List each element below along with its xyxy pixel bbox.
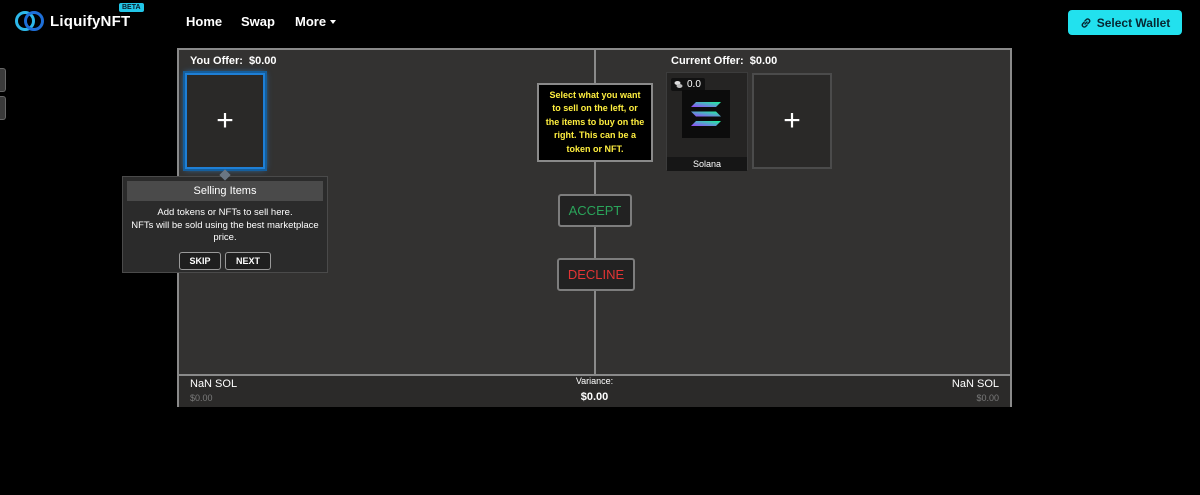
caret-down-icon [330,19,337,24]
beta-badge: BETA [119,3,144,12]
side-handle-bottom[interactable] [0,96,6,120]
navbar: LiquifyNFT BETA Home Swap More Select Wa… [0,0,1200,44]
right-usd-total: $0.00 [976,393,999,403]
tooltip-line-1: Add tokens or NFTs to sell here. [157,207,293,218]
token-amount: 0.0 [687,79,701,90]
tooltip-skip-button[interactable]: SKIP [179,252,221,270]
brand-logo[interactable]: LiquifyNFT [14,8,130,34]
nav-more-dropdown[interactable]: More [295,14,337,29]
coins-icon [674,81,683,88]
select-wallet-label: Select Wallet [1096,15,1171,30]
you-offer-header: You Offer: $0.00 [190,55,277,67]
plus-icon: + [216,104,234,137]
add-sell-item-button[interactable]: + [185,73,265,169]
liquify-logo-icon [15,11,44,31]
onboarding-tooltip: Selling Items Add tokens or NFTs to sell… [122,176,328,273]
link-icon [1081,17,1091,28]
solana-logo-icon [682,90,730,138]
decline-button[interactable]: DECLINE [557,258,635,291]
current-offer-header: Current Offer: $0.00 [671,55,777,67]
side-handle-top[interactable] [0,68,6,92]
right-sol-total: NaN SOL [951,378,999,390]
nav-swap[interactable]: Swap [241,14,275,29]
current-offer-label: Current Offer: [671,55,744,67]
tooltip-line-2: NFTs will be sold using the best marketp… [131,219,319,244]
variance-value: $0.00 [580,391,609,403]
tooltip-body: Add tokens or NFTs to sell here. NFTs wi… [123,207,327,245]
accept-button[interactable]: ACCEPT [558,194,632,227]
select-wallet-button[interactable]: Select Wallet [1068,10,1182,35]
add-buy-item-button[interactable]: + [752,73,832,169]
you-offer-label: You Offer: [190,55,243,67]
tooltip-title: Selling Items [127,181,323,201]
nav-more-label: More [295,14,327,29]
variance-label: Variance: [575,376,614,386]
current-offer-value: $0.00 [749,55,778,67]
trade-summary-footer: NaN SOL $0.00 Variance: $0.00 NaN SOL $0… [179,376,1010,407]
brand-name: LiquifyNFT [50,12,131,30]
you-offer-value: $0.00 [248,55,277,67]
token-card-solana[interactable]: 0.0 Solana [666,72,748,171]
nav-home[interactable]: Home [186,14,222,29]
tooltip-next-button[interactable]: NEXT [225,252,271,270]
plus-icon: + [783,104,801,137]
token-name: Solana [667,157,747,171]
instruction-text: Select what you want to sell on the left… [545,89,645,154]
instruction-box: Select what you want to sell on the left… [537,83,653,162]
